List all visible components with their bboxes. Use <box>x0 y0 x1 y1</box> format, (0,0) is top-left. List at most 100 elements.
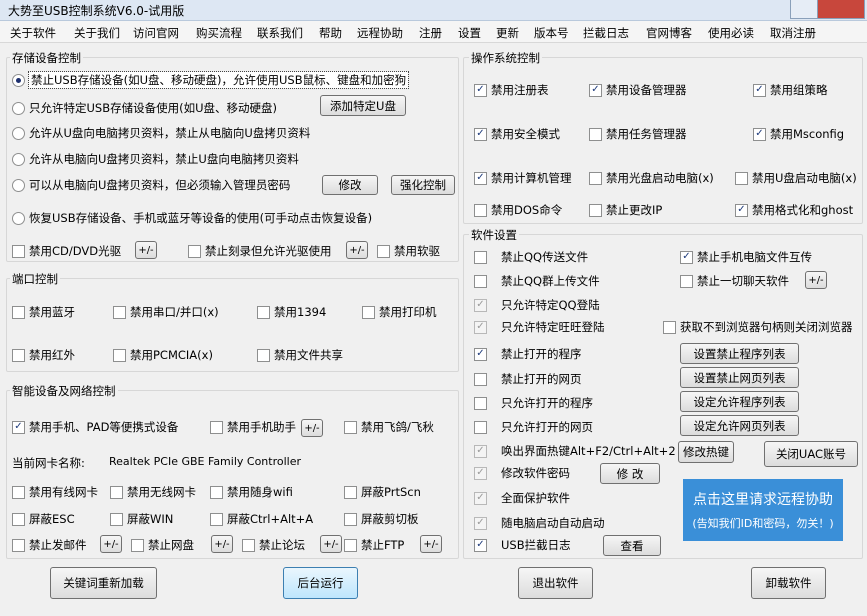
storage-radio-block-usb[interactable]: 禁止USB存储设备(如U盘、移动硬盘)，允许使用USB鼠标、键盘和加密狗 <box>12 71 410 89</box>
format-ghost-checkbox[interactable]: ✓ 禁用格式化和ghost <box>735 202 853 218</box>
modify-button[interactable]: 修改 <box>322 175 378 195</box>
phone-file-checkbox[interactable]: ✓ 禁止手机电脑文件互传 <box>680 249 812 265</box>
wired-nic-checkbox[interactable]: 禁用有线网卡 <box>12 484 98 500</box>
full-protect-checkbox[interactable]: ✓ 全面保护软件 <box>474 490 570 506</box>
chat-plus-button[interactable]: +/- <box>805 271 827 289</box>
ftp-plus-button[interactable]: +/- <box>420 535 442 553</box>
minimize-button[interactable] <box>790 0 818 19</box>
ctrl-alt-a-checkbox[interactable]: 屏蔽Ctrl+Alt+A <box>210 511 313 527</box>
cd-boot-checkbox[interactable]: 禁用光盘启动电脑(x) <box>589 170 714 186</box>
usb-boot-checkbox[interactable]: 禁用U盘启动电脑(x) <box>735 170 857 186</box>
allow-program-checkbox[interactable]: 只允许打开的程序 <box>474 395 593 411</box>
block-web-list-button[interactable]: 设置禁止网页列表 <box>680 367 799 388</box>
safemode-checkbox[interactable]: ✓ 禁用安全模式 <box>474 126 560 142</box>
usb-log-checkbox[interactable]: ✓ USB拦截日志 <box>474 537 571 553</box>
block-program-list-button[interactable]: 设置禁止程序列表 <box>680 343 799 364</box>
infrared-checkbox[interactable]: 禁用红外 <box>12 347 75 363</box>
menu-register[interactable]: 注册 <box>419 25 442 41</box>
qq-login-checkbox[interactable]: ✓ 只允许特定QQ登陆 <box>474 297 600 313</box>
block-web-checkbox[interactable]: 禁止打开的网页 <box>474 371 582 387</box>
menu-about-us[interactable]: 关于我们 <box>74 25 120 41</box>
menu-version[interactable]: 版本号 <box>534 25 569 41</box>
chat-checkbox[interactable]: 禁止一切聊天软件 <box>680 273 789 289</box>
netdisk-plus-button[interactable]: +/- <box>211 535 233 553</box>
view-log-button[interactable]: 查看 <box>603 535 661 556</box>
menu-contact[interactable]: 联系我们 <box>257 25 303 41</box>
regedit-checkbox[interactable]: ✓ 禁用注册表 <box>474 82 549 98</box>
devmgr-checkbox[interactable]: ✓ 禁用设备管理器 <box>589 82 687 98</box>
qq-file-checkbox[interactable]: 禁止QQ传送文件 <box>474 249 588 265</box>
add-usb-button[interactable]: 添加特定U盘 <box>320 95 406 116</box>
allow-program-list-button[interactable]: 设定允许程序列表 <box>680 391 799 412</box>
phone-checkbox[interactable]: ✓ 禁用手机、PAD等便携式设备 <box>12 419 178 435</box>
compmgmt-checkbox[interactable]: ✓ 禁用计算机管理 <box>474 170 572 186</box>
storage-radio-restore[interactable]: 恢复USB存储设备、手机或蓝牙等设备的使用(可手动点击恢复设备) <box>12 210 372 226</box>
storage-radio-u-to-pc[interactable]: 允许从U盘向电脑拷贝资料，禁止从电脑向U盘拷贝资料 <box>12 125 310 141</box>
cd-dvd-checkbox[interactable]: 禁用CD/DVD光驱 <box>12 243 121 259</box>
remote-assist-banner[interactable]: 点击这里请求远程协助 (告知我们ID和密码，勿关！) <box>683 479 843 541</box>
menu-purchase[interactable]: 购买流程 <box>196 25 242 41</box>
menu-update[interactable]: 更新 <box>496 25 519 41</box>
clipboard-checkbox[interactable]: 屏蔽剪切板 <box>344 511 419 527</box>
qq-group-checkbox[interactable]: 禁止QQ群上传文件 <box>474 273 600 289</box>
software-password-checkbox[interactable]: ✓ 修改软件密码 <box>474 465 570 481</box>
bluetooth-checkbox[interactable]: 禁用蓝牙 <box>12 304 75 320</box>
wireless-nic-checkbox[interactable]: 禁用无线网卡 <box>110 484 196 500</box>
esc-checkbox[interactable]: 屏蔽ESC <box>12 511 75 527</box>
prtscn-checkbox[interactable]: 屏蔽PrtScn <box>344 484 421 500</box>
hotkey-checkbox[interactable]: ✓ 唤出界面热键Alt+F2/Ctrl+Alt+2 <box>474 443 676 459</box>
reload-keywords-button[interactable]: 关键词重新加载 <box>50 567 157 599</box>
modify-password-button[interactable]: 修 改 <box>600 463 660 484</box>
email-plus-button[interactable]: +/- <box>100 535 122 553</box>
win-key-checkbox[interactable]: 屏蔽WIN <box>110 511 173 527</box>
menu-unregister[interactable]: 取消注册 <box>770 25 816 41</box>
menu-settings[interactable]: 设置 <box>458 25 481 41</box>
browser-handle-checkbox[interactable]: 获取不到浏览器句柄则关闭浏览器 <box>663 319 853 335</box>
change-ip-checkbox[interactable]: 禁止更改IP <box>589 202 662 218</box>
force-control-button[interactable]: 强化控制 <box>391 175 455 195</box>
serial-checkbox[interactable]: 禁用串口/并口(x) <box>113 304 219 320</box>
menu-remote[interactable]: 远程协助 <box>357 25 403 41</box>
portable-wifi-checkbox[interactable]: 禁用随身wifi <box>210 484 293 500</box>
dos-checkbox[interactable]: 禁用DOS命令 <box>474 202 562 218</box>
menu-help[interactable]: 帮助 <box>319 25 342 41</box>
printer-checkbox[interactable]: 禁用打印机 <box>362 304 437 320</box>
burn-plus-button[interactable]: +/- <box>346 241 368 259</box>
assistant-plus-button[interactable]: +/- <box>301 419 323 437</box>
menu-block-log[interactable]: 拦截日志 <box>583 25 629 41</box>
file-share-checkbox[interactable]: 禁用文件共享 <box>257 347 343 363</box>
close-uac-button[interactable]: 关闭UAC账号 <box>764 441 858 467</box>
netdisk-checkbox[interactable]: 禁止网盘 <box>131 537 194 553</box>
menu-official-site[interactable]: 访问官网 <box>133 25 179 41</box>
storage-radio-pc-to-u[interactable]: 允许从电脑向U盘拷贝资料，禁止U盘向电脑拷贝资料 <box>12 151 299 167</box>
autostart-checkbox[interactable]: ✓ 随电脑启动自动启动 <box>474 515 605 531</box>
burn-checkbox[interactable]: 禁止刻录但允许光驱使用 <box>188 243 332 259</box>
taskmgr-checkbox[interactable]: 禁用任务管理器 <box>589 126 687 142</box>
run-background-button[interactable]: 后台运行 <box>283 567 358 599</box>
uninstall-button[interactable]: 卸载软件 <box>751 567 826 599</box>
allow-web-checkbox[interactable]: 只允许打开的网页 <box>474 419 593 435</box>
menu-must-read[interactable]: 使用必读 <box>708 25 754 41</box>
modify-hotkey-button[interactable]: 修改热键 <box>678 441 734 463</box>
ww-login-checkbox[interactable]: ✓ 只允许特定旺旺登陆 <box>474 319 605 335</box>
menu-blog[interactable]: 官网博客 <box>646 25 692 41</box>
storage-radio-password[interactable]: 可以从电脑向U盘拷贝资料，但必须输入管理员密码 <box>12 177 290 193</box>
exit-button[interactable]: 退出软件 <box>518 567 593 599</box>
pcmcia-checkbox[interactable]: 禁用PCMCIA(x) <box>113 347 213 363</box>
close-button[interactable] <box>817 0 865 19</box>
ieee1394-checkbox[interactable]: 禁用1394 <box>257 304 326 320</box>
storage-radio-specific-usb[interactable]: 只允许特定USB存储设备使用(如U盘、移动硬盘) <box>12 100 277 116</box>
feige-checkbox[interactable]: 禁用飞鸽/飞秋 <box>344 419 434 435</box>
msconfig-checkbox[interactable]: ✓ 禁用Msconfig <box>753 126 844 142</box>
ftp-checkbox[interactable]: 禁止FTP <box>344 537 404 553</box>
forum-checkbox[interactable]: 禁止论坛 <box>242 537 305 553</box>
cd-plus-button[interactable]: +/- <box>135 241 157 259</box>
floppy-checkbox[interactable]: 禁用软驱 <box>377 243 440 259</box>
gpedit-checkbox[interactable]: ✓ 禁用组策略 <box>753 82 828 98</box>
block-program-checkbox[interactable]: ✓ 禁止打开的程序 <box>474 346 582 362</box>
forum-plus-button[interactable]: +/- <box>320 535 342 553</box>
menu-about-software[interactable]: 关于软件 <box>10 25 56 41</box>
allow-web-list-button[interactable]: 设定允许网页列表 <box>680 415 799 436</box>
phone-assistant-checkbox[interactable]: 禁用手机助手 <box>210 419 296 435</box>
email-checkbox[interactable]: 禁止发邮件 <box>12 537 87 553</box>
